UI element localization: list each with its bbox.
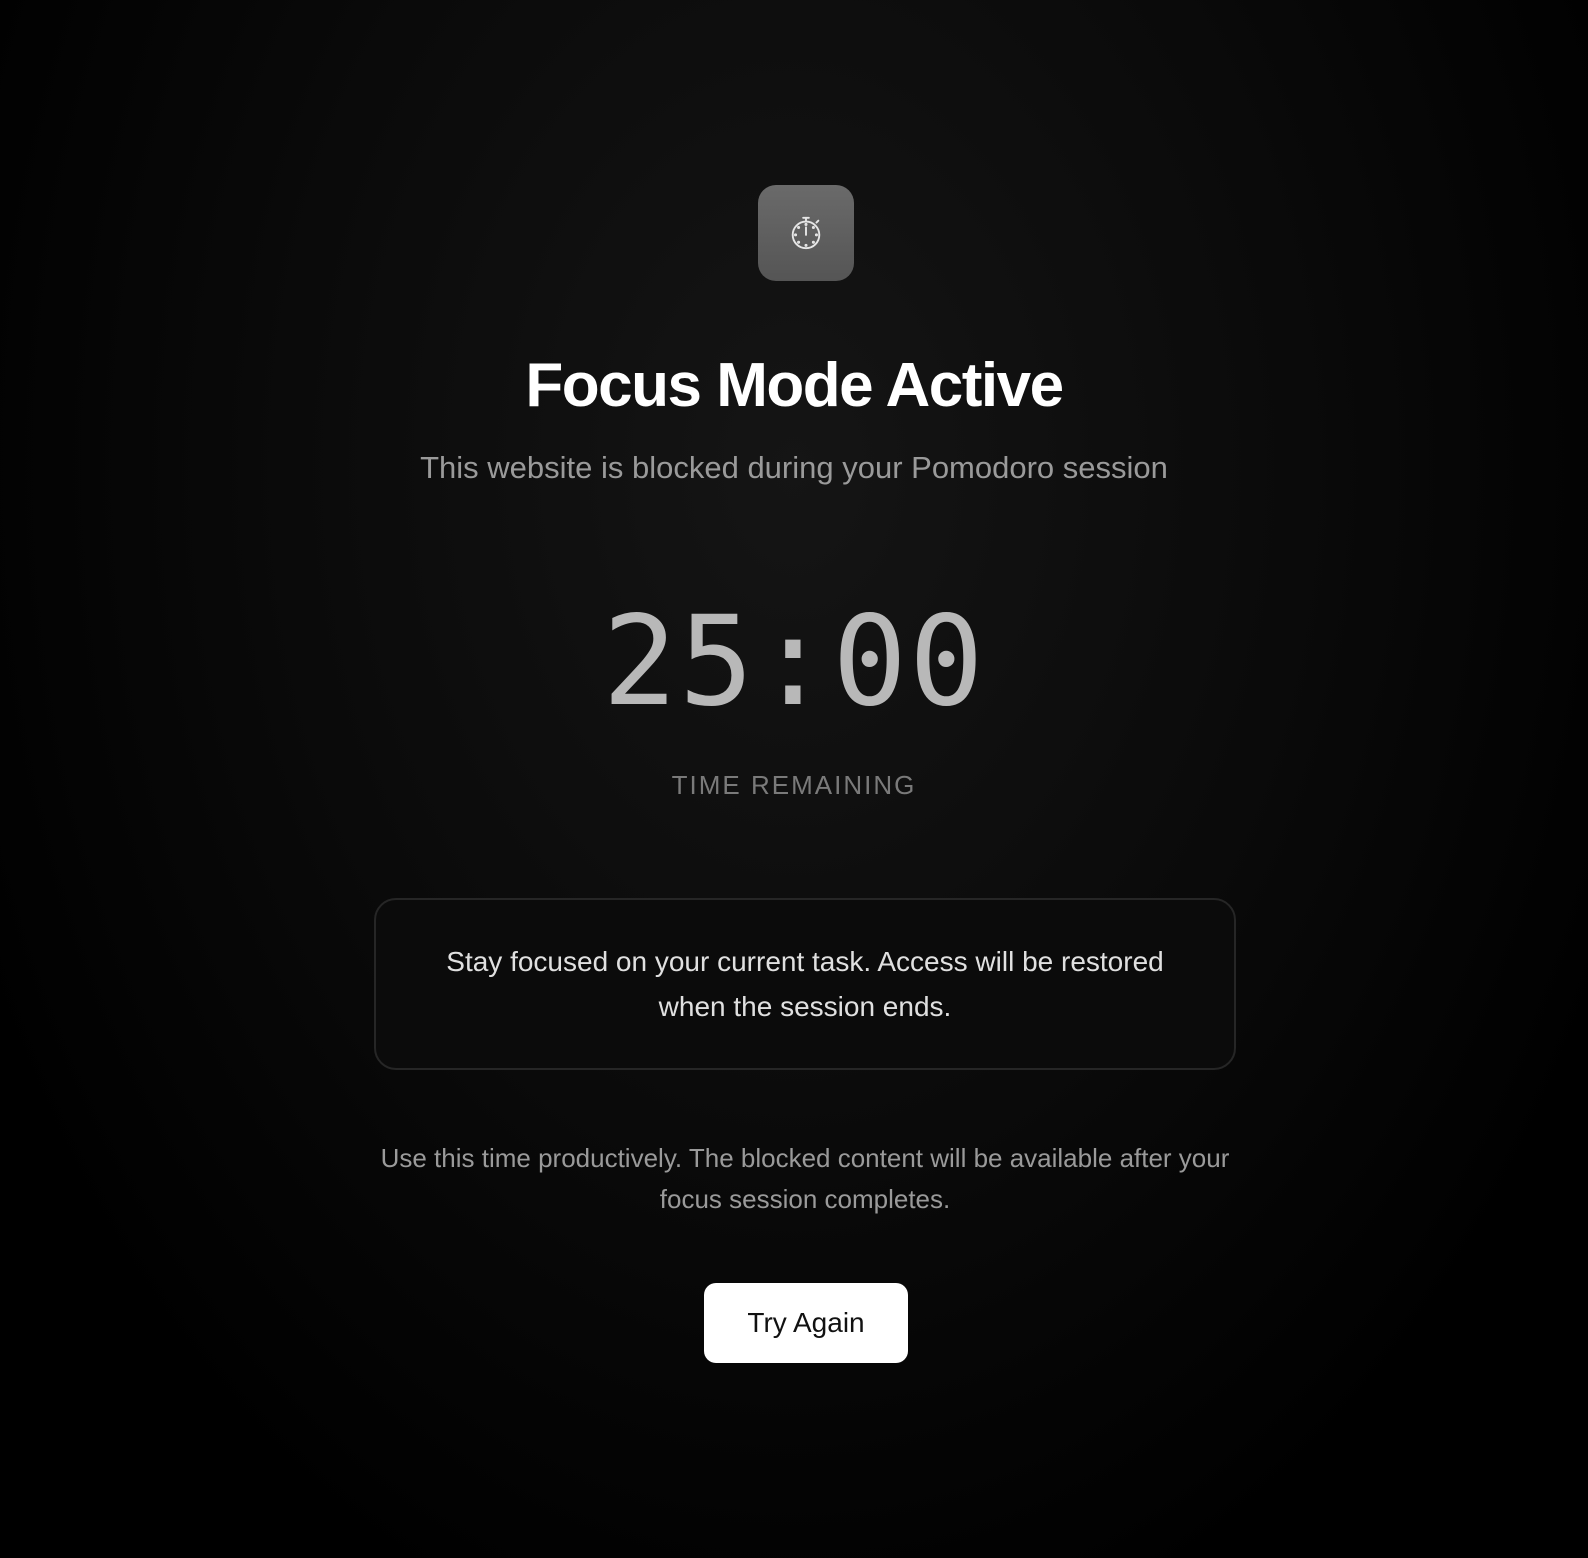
try-again-button[interactable]: Try Again <box>704 1283 908 1363</box>
page-subtitle: This website is blocked during your Pomo… <box>420 450 1168 485</box>
countdown-timer: 25:00 <box>602 590 986 734</box>
stopwatch-icon <box>791 216 821 250</box>
page-title: Focus Mode Active <box>525 351 1064 420</box>
icon-tile <box>758 185 854 281</box>
productivity-note: Use this time productively. The blocked … <box>380 1143 1230 1214</box>
focus-message-card: Stay focused on your current task. Acces… <box>374 898 1236 1070</box>
focus-message-text: Stay focused on your current task. Acces… <box>446 946 1164 1022</box>
blocked-page: Focus Mode Active This website is blocke… <box>0 0 1588 1558</box>
timer-label: TIME REMAINING <box>671 770 917 800</box>
